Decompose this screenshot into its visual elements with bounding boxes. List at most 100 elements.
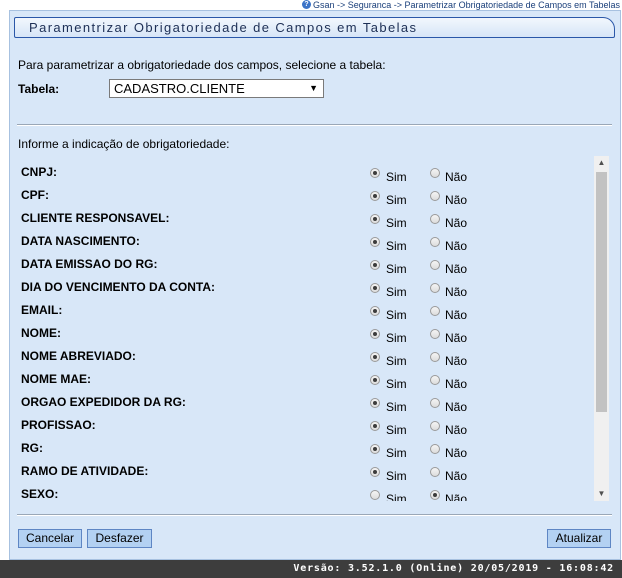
intro-text: Para parametrizar a obrigatoriedade dos … [18,58,386,72]
field-label: DATA NASCIMENTO: [21,234,140,248]
field-label: CLIENTE RESPONSAVEL: [21,211,170,225]
radio-nao[interactable] [430,237,440,247]
radio-sim-label[interactable]: Sim [386,216,407,230]
radio-sim[interactable] [370,260,380,270]
field-label: ORGAO EXPEDIDOR DA RG: [21,395,186,409]
radio-sim-label[interactable]: Sim [386,262,407,276]
radio-sim[interactable] [370,306,380,316]
radio-nao[interactable] [430,421,440,431]
radio-sim-label[interactable]: Sim [386,377,407,391]
radio-sim[interactable] [370,191,380,201]
radio-nao-label[interactable]: Não [445,262,467,276]
radio-nao[interactable] [430,191,440,201]
radio-sim[interactable] [370,375,380,385]
radio-nao-label[interactable]: Não [445,469,467,483]
radio-nao-label[interactable]: Não [445,216,467,230]
radio-nao-label[interactable]: Não [445,170,467,184]
radio-nao[interactable] [430,329,440,339]
radio-sim-label[interactable]: Sim [386,492,407,501]
radio-sim-label[interactable]: Sim [386,354,407,368]
tabela-select[interactable]: CADASTRO.CLIENTE ▼ [109,79,324,98]
scroll-down-arrow-icon[interactable]: ▼ [594,487,609,501]
radio-sim-label[interactable]: Sim [386,331,407,345]
radio-nao[interactable] [430,467,440,477]
radio-nao-label[interactable]: Não [445,400,467,414]
radio-sim[interactable] [370,214,380,224]
radio-nao-label[interactable]: Não [445,423,467,437]
radio-sim-label[interactable]: Sim [386,239,407,253]
radio-nao[interactable] [430,490,440,500]
radio-nao[interactable] [430,260,440,270]
breadcrumb: ? Gsan -> Seguranca -> Parametrizar Obrig… [302,0,620,10]
list-scrollbar[interactable]: ▲ ▼ [594,156,609,501]
field-row: PROFISSAO: Sim Não [10,415,594,438]
radio-sim[interactable] [370,352,380,362]
divider-top [17,124,612,126]
obrigatoriedade-info: Informe a indicação de obrigatoriedade: [18,137,230,151]
radio-sim-label[interactable]: Sim [386,400,407,414]
field-row: DATA EMISSAO DO RG: Sim Não [10,254,594,277]
field-row: NOME: Sim Não [10,323,594,346]
field-row: CPF: Sim Não [10,185,594,208]
radio-sim-label[interactable]: Sim [386,170,407,184]
radio-nao-label[interactable]: Não [445,308,467,322]
field-row: RG: Sim Não [10,438,594,461]
radio-sim[interactable] [370,490,380,500]
radio-nao[interactable] [430,306,440,316]
radio-nao-label[interactable]: Não [445,377,467,391]
cancel-button[interactable]: Cancelar [18,529,82,548]
radio-nao-label[interactable]: Não [445,354,467,368]
radio-nao-label[interactable]: Não [445,193,467,207]
radio-sim[interactable] [370,467,380,477]
update-button[interactable]: Atualizar [547,529,611,548]
breadcrumb-text[interactable]: Gsan -> Seguranca -> Parametrizar Obriga… [313,0,620,10]
radio-nao-label[interactable]: Não [445,285,467,299]
field-label: NOME MAE: [21,372,91,386]
radio-nao[interactable] [430,168,440,178]
radio-sim[interactable] [370,421,380,431]
field-row: ORGAO EXPEDIDOR DA RG: Sim Não [10,392,594,415]
radio-sim[interactable] [370,168,380,178]
radio-sim-label[interactable]: Sim [386,446,407,460]
field-label: NOME ABREVIADO: [21,349,136,363]
radio-nao[interactable] [430,375,440,385]
help-icon[interactable]: ? [302,0,311,9]
field-label: CPF: [21,188,49,202]
field-row: DATA NASCIMENTO: Sim Não [10,231,594,254]
radio-nao-label[interactable]: Não [445,239,467,253]
field-row: RAMO DE ATIVIDADE: Sim Não [10,461,594,484]
radio-sim[interactable] [370,237,380,247]
scrollbar-thumb[interactable] [596,172,607,412]
radio-sim-label[interactable]: Sim [386,285,407,299]
radio-nao-label[interactable]: Não [445,492,467,501]
radio-nao-label[interactable]: Não [445,331,467,345]
field-label: NOME: [21,326,61,340]
main-panel: Paramentrizar Obrigatoriedade de Campos … [9,10,621,560]
radio-sim[interactable] [370,444,380,454]
radio-nao[interactable] [430,444,440,454]
radio-sim[interactable] [370,283,380,293]
field-row: NOME ABREVIADO: Sim Não [10,346,594,369]
field-row: SEXO: Sim Não [10,484,594,501]
field-label: DIA DO VENCIMENTO DA CONTA: [21,280,215,294]
field-row: CNPJ: Sim Não [10,162,594,185]
radio-sim-label[interactable]: Sim [386,423,407,437]
radio-nao[interactable] [430,398,440,408]
radio-sim-label[interactable]: Sim [386,469,407,483]
undo-button[interactable]: Desfazer [87,529,152,548]
radio-sim-label[interactable]: Sim [386,193,407,207]
radio-sim[interactable] [370,329,380,339]
radio-nao-label[interactable]: Não [445,446,467,460]
radio-sim[interactable] [370,398,380,408]
page-title: Paramentrizar Obrigatoriedade de Campos … [29,20,418,35]
radio-nao[interactable] [430,214,440,224]
field-label: PROFISSAO: [21,418,96,432]
radio-nao[interactable] [430,283,440,293]
tabela-label: Tabela: [18,82,60,96]
dropdown-arrow-icon[interactable]: ▼ [309,80,318,97]
scroll-up-arrow-icon[interactable]: ▲ [594,156,609,170]
title-bar: Paramentrizar Obrigatoriedade de Campos … [14,17,615,38]
radio-sim-label[interactable]: Sim [386,308,407,322]
field-row: CLIENTE RESPONSAVEL: Sim Não [10,208,594,231]
radio-nao[interactable] [430,352,440,362]
